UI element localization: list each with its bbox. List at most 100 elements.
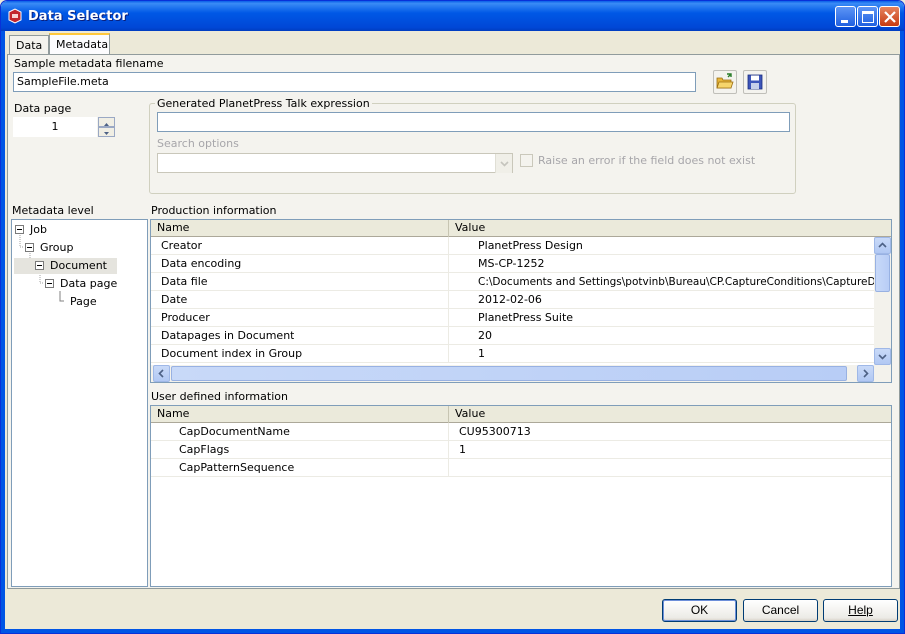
search-options-select[interactable] (157, 153, 513, 173)
scroll-left-button[interactable] (153, 365, 170, 382)
tab-data[interactable]: Data (9, 35, 49, 55)
save-file-button[interactable] (743, 70, 767, 94)
spin-up-button[interactable] (98, 117, 115, 127)
table-row[interactable]: CapPatternSequence (151, 459, 891, 477)
cell-name: Data encoding (161, 257, 242, 270)
user-header-value[interactable]: Value (449, 406, 891, 423)
arrow-down-icon (104, 132, 109, 135)
scroll-thumb[interactable] (875, 254, 890, 292)
arrow-down-icon (878, 354, 887, 360)
search-options-label: Search options (157, 137, 239, 150)
tree-item-document-label: Document (50, 259, 107, 272)
maximize-button[interactable] (857, 6, 878, 27)
cell-name: Datapages in Document (161, 329, 295, 342)
data-page-expander[interactable] (45, 279, 54, 288)
raise-error-label: Raise an error if the field does not exi… (538, 154, 756, 167)
metadata-filename-label: Sample metadata filename (14, 57, 164, 70)
expression-group-title: Generated PlanetPress Talk expression (155, 97, 372, 110)
expression-input[interactable] (157, 112, 790, 132)
ok-button[interactable]: OK (662, 599, 737, 622)
group-expander[interactable] (25, 243, 34, 252)
metadata-level-tree[interactable]: Job Group Document Data page Page (11, 219, 148, 587)
minimize-button[interactable] (835, 6, 856, 27)
tree-item-group-label: Group (40, 241, 74, 254)
metadata-filename-input[interactable]: SampleFile.meta (13, 72, 696, 92)
tree-item-document[interactable]: Document (14, 258, 117, 274)
cell-name: CapFlags (179, 443, 230, 456)
cell-value: PlanetPress Suite (478, 311, 574, 324)
tree-item-page-label: Page (70, 295, 97, 308)
tree-item-job-label: Job (30, 223, 47, 236)
close-icon (884, 11, 896, 23)
tree-item-data-page-label: Data page (60, 277, 118, 290)
data-page-spinner[interactable] (98, 117, 115, 137)
chevron-down-icon (500, 161, 509, 167)
table-row[interactable]: CapFlags 1 (151, 441, 891, 459)
cell-name: Creator (161, 239, 203, 252)
help-button-label: Help (848, 603, 873, 617)
cell-name: CapDocumentName (179, 425, 290, 438)
cell-name: Data file (161, 275, 208, 288)
scroll-right-button[interactable] (857, 365, 874, 382)
production-header-value[interactable]: Value (449, 220, 891, 237)
table-row[interactable]: Data file C:\Documents and Settings\potv… (151, 273, 891, 291)
close-button[interactable] (879, 6, 900, 27)
cell-name: Producer (161, 311, 210, 324)
document-expander[interactable] (35, 261, 44, 270)
spin-down-button[interactable] (98, 127, 115, 137)
tab-metadata[interactable]: Metadata (49, 33, 110, 55)
ok-button-label: OK (690, 603, 709, 617)
production-info-label: Production information (151, 204, 277, 217)
production-header-name[interactable]: Name (151, 220, 449, 237)
cell-value: C:\Documents and Settings\potvinb\Bureau… (478, 276, 876, 288)
table-row[interactable]: Data encoding MS-CP-1252 (151, 255, 891, 273)
production-horizontal-scrollbar[interactable] (151, 365, 891, 382)
raise-error-checkbox[interactable] (520, 154, 533, 167)
production-info-grid[interactable]: Name Value Creator PlanetPress Design Da… (150, 219, 892, 383)
title-bar[interactable]: Data Selector (1, 1, 904, 31)
user-header-name-text: Name (157, 407, 190, 420)
table-row[interactable]: Date 2012-02-06 (151, 291, 891, 309)
floppy-disk-icon (747, 74, 763, 90)
open-file-button[interactable] (713, 70, 737, 94)
table-row[interactable]: Datapages in Document 20 (151, 327, 891, 345)
scroll-down-button[interactable] (874, 348, 891, 365)
search-options-dropdown-button[interactable] (495, 154, 512, 173)
job-expander[interactable] (15, 225, 24, 234)
cell-value: 1 (478, 347, 485, 360)
user-header-value-text: Value (455, 407, 486, 420)
cell-value: PlanetPress Design (478, 239, 583, 252)
scroll-up-button[interactable] (874, 237, 891, 254)
tree-item-group[interactable]: Group (40, 240, 74, 256)
folder-open-icon (716, 73, 734, 89)
data-page-input[interactable]: 1 (13, 117, 97, 137)
tree-item-job[interactable]: Job (30, 222, 47, 238)
table-row[interactable]: CapDocumentName CU95300713 (151, 423, 891, 441)
app-icon (8, 8, 22, 24)
window-frame-left (1, 31, 5, 633)
user-defined-info-grid[interactable]: Name Value CapDocumentName CU95300713 Ca… (150, 405, 892, 587)
table-row[interactable]: Document index in Group 1 (151, 345, 891, 363)
minimize-icon (841, 20, 848, 23)
cancel-button[interactable]: Cancel (743, 599, 818, 622)
user-header-name[interactable]: Name (151, 406, 449, 423)
cell-name: CapPatternSequence (179, 461, 295, 474)
production-vertical-scrollbar[interactable] (874, 237, 891, 365)
tree-item-page[interactable]: Page (70, 294, 97, 310)
production-header-name-text: Name (157, 221, 190, 234)
cell-value: 2012-02-06 (478, 293, 542, 306)
table-row[interactable]: Creator PlanetPress Design (151, 237, 891, 255)
cell-value: CU95300713 (459, 425, 531, 438)
cell-name: Date (161, 293, 188, 306)
horizontal-scroll-thumb[interactable] (171, 366, 847, 381)
metadata-level-label: Metadata level (12, 204, 94, 217)
data-page-label: Data page (14, 102, 72, 115)
window-frame-bottom (1, 629, 904, 633)
tree-item-data-page[interactable]: Data page (60, 276, 117, 292)
production-grid-header: Name Value (151, 220, 891, 237)
table-row[interactable]: Producer PlanetPress Suite (151, 309, 891, 327)
cancel-button-label: Cancel (761, 603, 800, 617)
production-header-value-text: Value (455, 221, 486, 234)
help-button[interactable]: Help (823, 599, 898, 622)
arrow-up-icon (878, 242, 887, 248)
